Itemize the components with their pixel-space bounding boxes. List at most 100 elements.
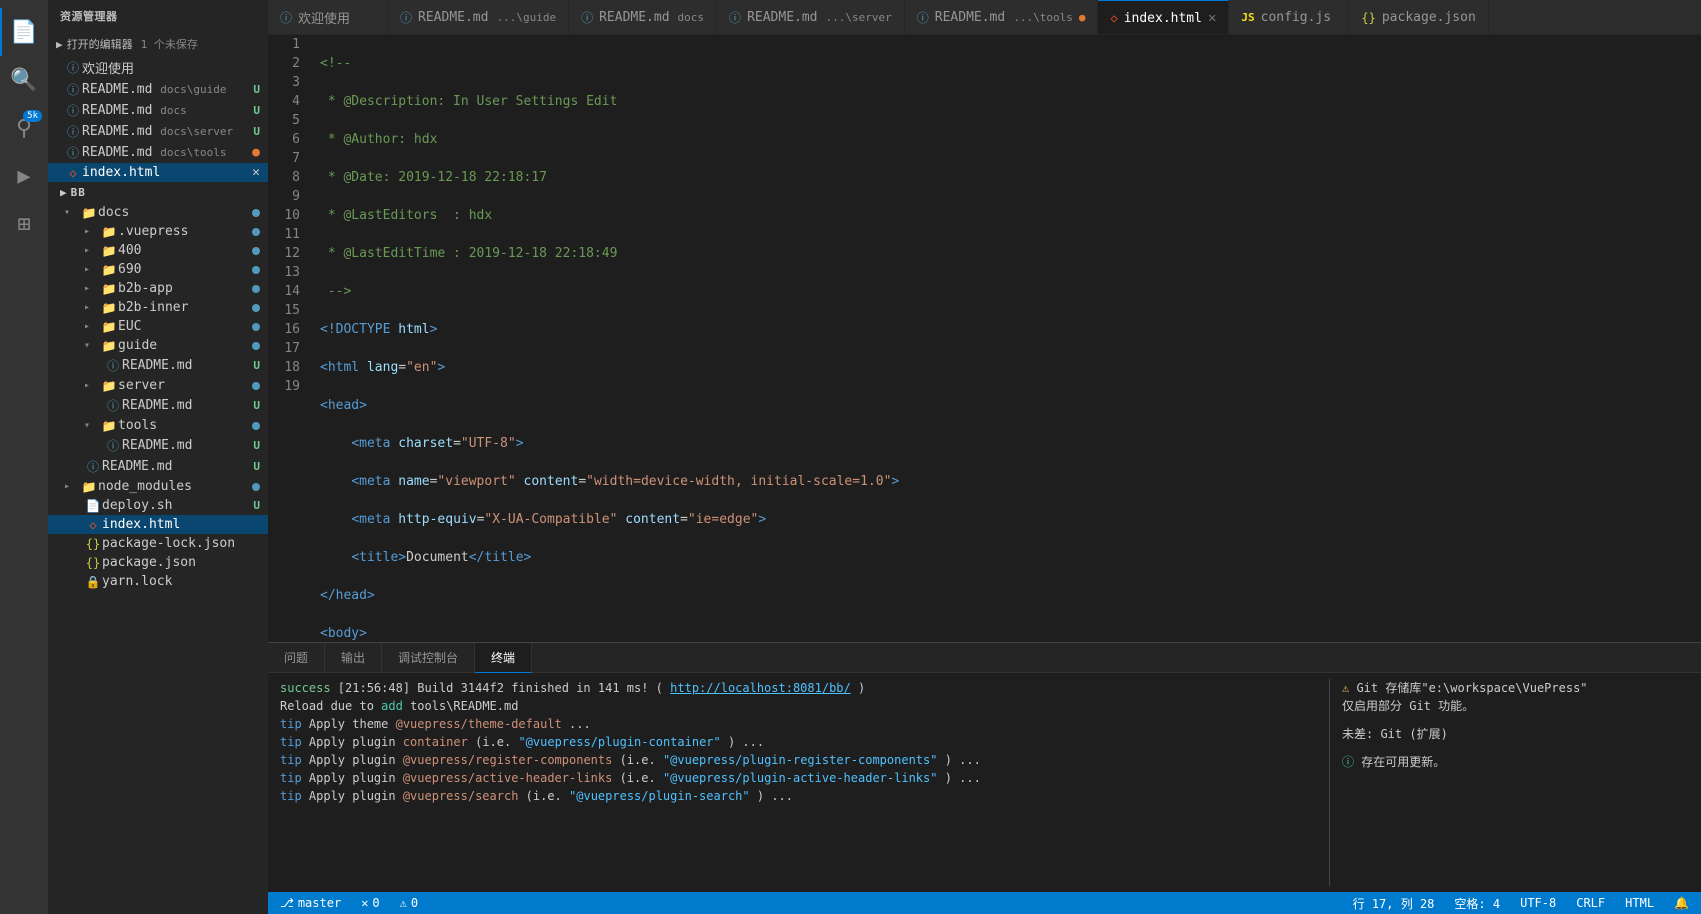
panel-tab-terminal[interactable]: 终端 [475,643,532,673]
sidebar-scroll[interactable]: ▶ 打开的编辑器 1 个未保存 ⓘ 欢迎使用 ⓘ README.md docs\… [48,32,268,914]
panel-tab-output[interactable]: 输出 [325,643,382,673]
open-editor-label: README.md docs\tools [82,145,252,160]
folder-guide[interactable]: ▾ 📁 guide [48,336,268,355]
main-layout: 资源管理器 ▶ 打开的编辑器 1 个未保存 ⓘ 欢迎使用 ⓘ README.md… [48,0,1701,914]
branch-name: master [298,896,341,910]
status-warnings[interactable]: ⚠ 0 [396,896,422,910]
chevron-right-icon: ▸ [64,481,80,492]
md-icon: ⓘ [104,397,122,414]
open-editor-index-html[interactable]: ◇ index.html ✕ [48,163,268,182]
terminal-link[interactable]: http://localhost:8081/bb/ [670,681,851,695]
tab-welcome[interactable]: ⓘ 欢迎使用 [268,0,388,35]
activity-bar-item-git[interactable]: ⚲ 5k [0,104,48,152]
update-available: ⓘ 存在可用更新。 [1342,753,1689,771]
status-language[interactable]: HTML [1621,896,1658,910]
folder-label: guide [118,338,252,353]
terminal-line: tip Apply theme @vuepress/theme-default … [280,715,1321,733]
status-branch[interactable]: ⎇ master [276,896,345,910]
file-server-readme[interactable]: ⓘ README.md U [48,395,268,416]
file-guide-readme[interactable]: ⓘ README.md U [48,355,268,376]
open-editor-readme-tools[interactable]: ⓘ README.md docs\tools ● [48,142,268,163]
editor-content[interactable]: 1 2 3 4 5 6 7 8 9 10 11 12 13 14 15 16 1… [268,35,1701,642]
folder-label: EUC [118,319,252,334]
tab-readme-tools[interactable]: ⓘ README.md ...\tools ● [905,0,1099,35]
activity-bar-item-extensions[interactable]: ⊞ [0,200,48,248]
tab-readme-guide[interactable]: ⓘ README.md ...\guide [388,0,569,35]
close-icon[interactable]: ✕ [252,165,260,180]
file-package-json[interactable]: {} package.json [48,553,268,572]
status-position[interactable]: 行 17, 列 28 [1349,895,1439,912]
md-icon: ⓘ [64,123,82,140]
tab-index-html[interactable]: ◇ index.html ✕ [1098,0,1229,35]
folder-server[interactable]: ▸ 📁 server [48,376,268,395]
folder-icon: 📁 [100,225,118,239]
code-editor[interactable]: <!-- * @Description: In User Settings Ed… [308,35,1701,642]
code-line-2: * @Description: In User Settings Edit [320,92,1701,111]
folder-b2b-app[interactable]: ▸ 📁 b2b-app [48,279,268,298]
activity-bar-item-debug[interactable]: ▶ [0,152,48,200]
status-right: 行 17, 列 28 空格: 4 UTF-8 CRLF HTML 🔔 [1349,895,1693,912]
folder-icon: 📁 [100,244,118,258]
status-eol[interactable]: CRLF [1572,896,1609,910]
code-line-6: * @LastEditTime : 2019-12-18 22:18:49 [320,244,1701,263]
chevron-down-icon: ▾ [84,420,100,431]
chevron-right-icon: ▸ [84,245,100,256]
bottom-panel: 问题 输出 调试控制台 终端 success [21:56:48] Build … [268,642,1701,892]
open-editor-readme-docs[interactable]: ⓘ README.md docs U [48,100,268,121]
file-label: index.html [102,517,268,532]
status-encoding[interactable]: UTF-8 [1516,896,1560,910]
activity-bar-item-search[interactable]: 🔍 [0,56,48,104]
code-line-16: <body> [320,624,1701,642]
workspace-header[interactable]: ▶ BB [48,182,268,203]
code-line-13: <meta http-equiv="X-UA-Compatible" conte… [320,510,1701,529]
file-yarn-lock[interactable]: 🔒 yarn.lock [48,572,268,591]
json-tab-icon: {} [1361,11,1375,25]
debug-icon: ▶ [17,164,30,189]
file-docs-readme[interactable]: ⓘ README.md U [48,456,268,477]
file-label: yarn.lock [102,574,268,589]
file-tools-readme[interactable]: ⓘ README.md U [48,435,268,456]
badge-u: U [253,499,260,512]
open-editor-readme-server[interactable]: ⓘ README.md docs\server U [48,121,268,142]
tab-config-js[interactable]: JS config.js [1229,0,1349,35]
activity-bar: 📄 🔍 ⚲ 5k ▶ ⊞ [0,0,48,914]
folder-icon: 📁 [100,419,118,433]
activity-bar-item-files[interactable]: 📄 [0,8,48,56]
tab-readme-docs[interactable]: ⓘ README.md docs [569,0,717,35]
folder-docs[interactable]: ▾ 📁 docs [48,203,268,222]
file-index-html[interactable]: ◇ index.html [48,515,268,534]
tab-close-button[interactable]: ✕ [1208,10,1216,26]
status-errors[interactable]: ✕ 0 [357,896,383,910]
folder-icon: 📁 [80,480,98,494]
folder-euc[interactable]: ▸ 📁 EUC [48,317,268,336]
open-editor-label: README.md docs\guide [82,82,253,97]
folder-label: 690 [118,262,252,277]
dot-indicator [252,323,260,331]
md-tab-icon: ⓘ [581,9,593,26]
folder-b2b-inner[interactable]: ▸ 📁 b2b-inner [48,298,268,317]
terminal-add-text: add [381,699,403,713]
open-editor-welcome[interactable]: ⓘ 欢迎使用 [48,56,268,79]
file-package-lock-json[interactable]: {} package-lock.json [48,534,268,553]
terminal-plugin: @vuepress/theme-default [396,717,562,731]
badge-u: U [253,83,260,96]
tab-package-json[interactable]: {} package.json [1349,0,1488,35]
status-spaces[interactable]: 空格: 4 [1450,895,1504,912]
terminal-line: tip Apply plugin @vuepress/register-comp… [280,751,1321,769]
html-icon: ◇ [84,518,102,532]
open-editor-readme-guide[interactable]: ⓘ README.md docs\guide U [48,79,268,100]
chevron-right-icon: ▸ [84,302,100,313]
folder-node-modules[interactable]: ▸ 📁 node_modules [48,477,268,496]
folder-400[interactable]: ▸ 📁 400 [48,241,268,260]
tab-readme-server[interactable]: ⓘ README.md ...\server [717,0,905,35]
file-deploy-sh[interactable]: 📄 deploy.sh U [48,496,268,515]
folder-vuepress[interactable]: ▸ 📁 .vuepress [48,222,268,241]
folder-tools[interactable]: ▾ 📁 tools [48,416,268,435]
folder-label: .vuepress [118,224,252,239]
git-extension-link[interactable]: 未差: Git (扩展) [1342,725,1689,743]
folder-690[interactable]: ▸ 📁 690 [48,260,268,279]
open-editors-header[interactable]: ▶ 打开的编辑器 1 个未保存 [48,32,268,56]
panel-tab-problems[interactable]: 问题 [268,643,325,673]
status-notifications[interactable]: 🔔 [1670,896,1693,910]
panel-tab-debug-console[interactable]: 调试控制台 [382,643,475,673]
